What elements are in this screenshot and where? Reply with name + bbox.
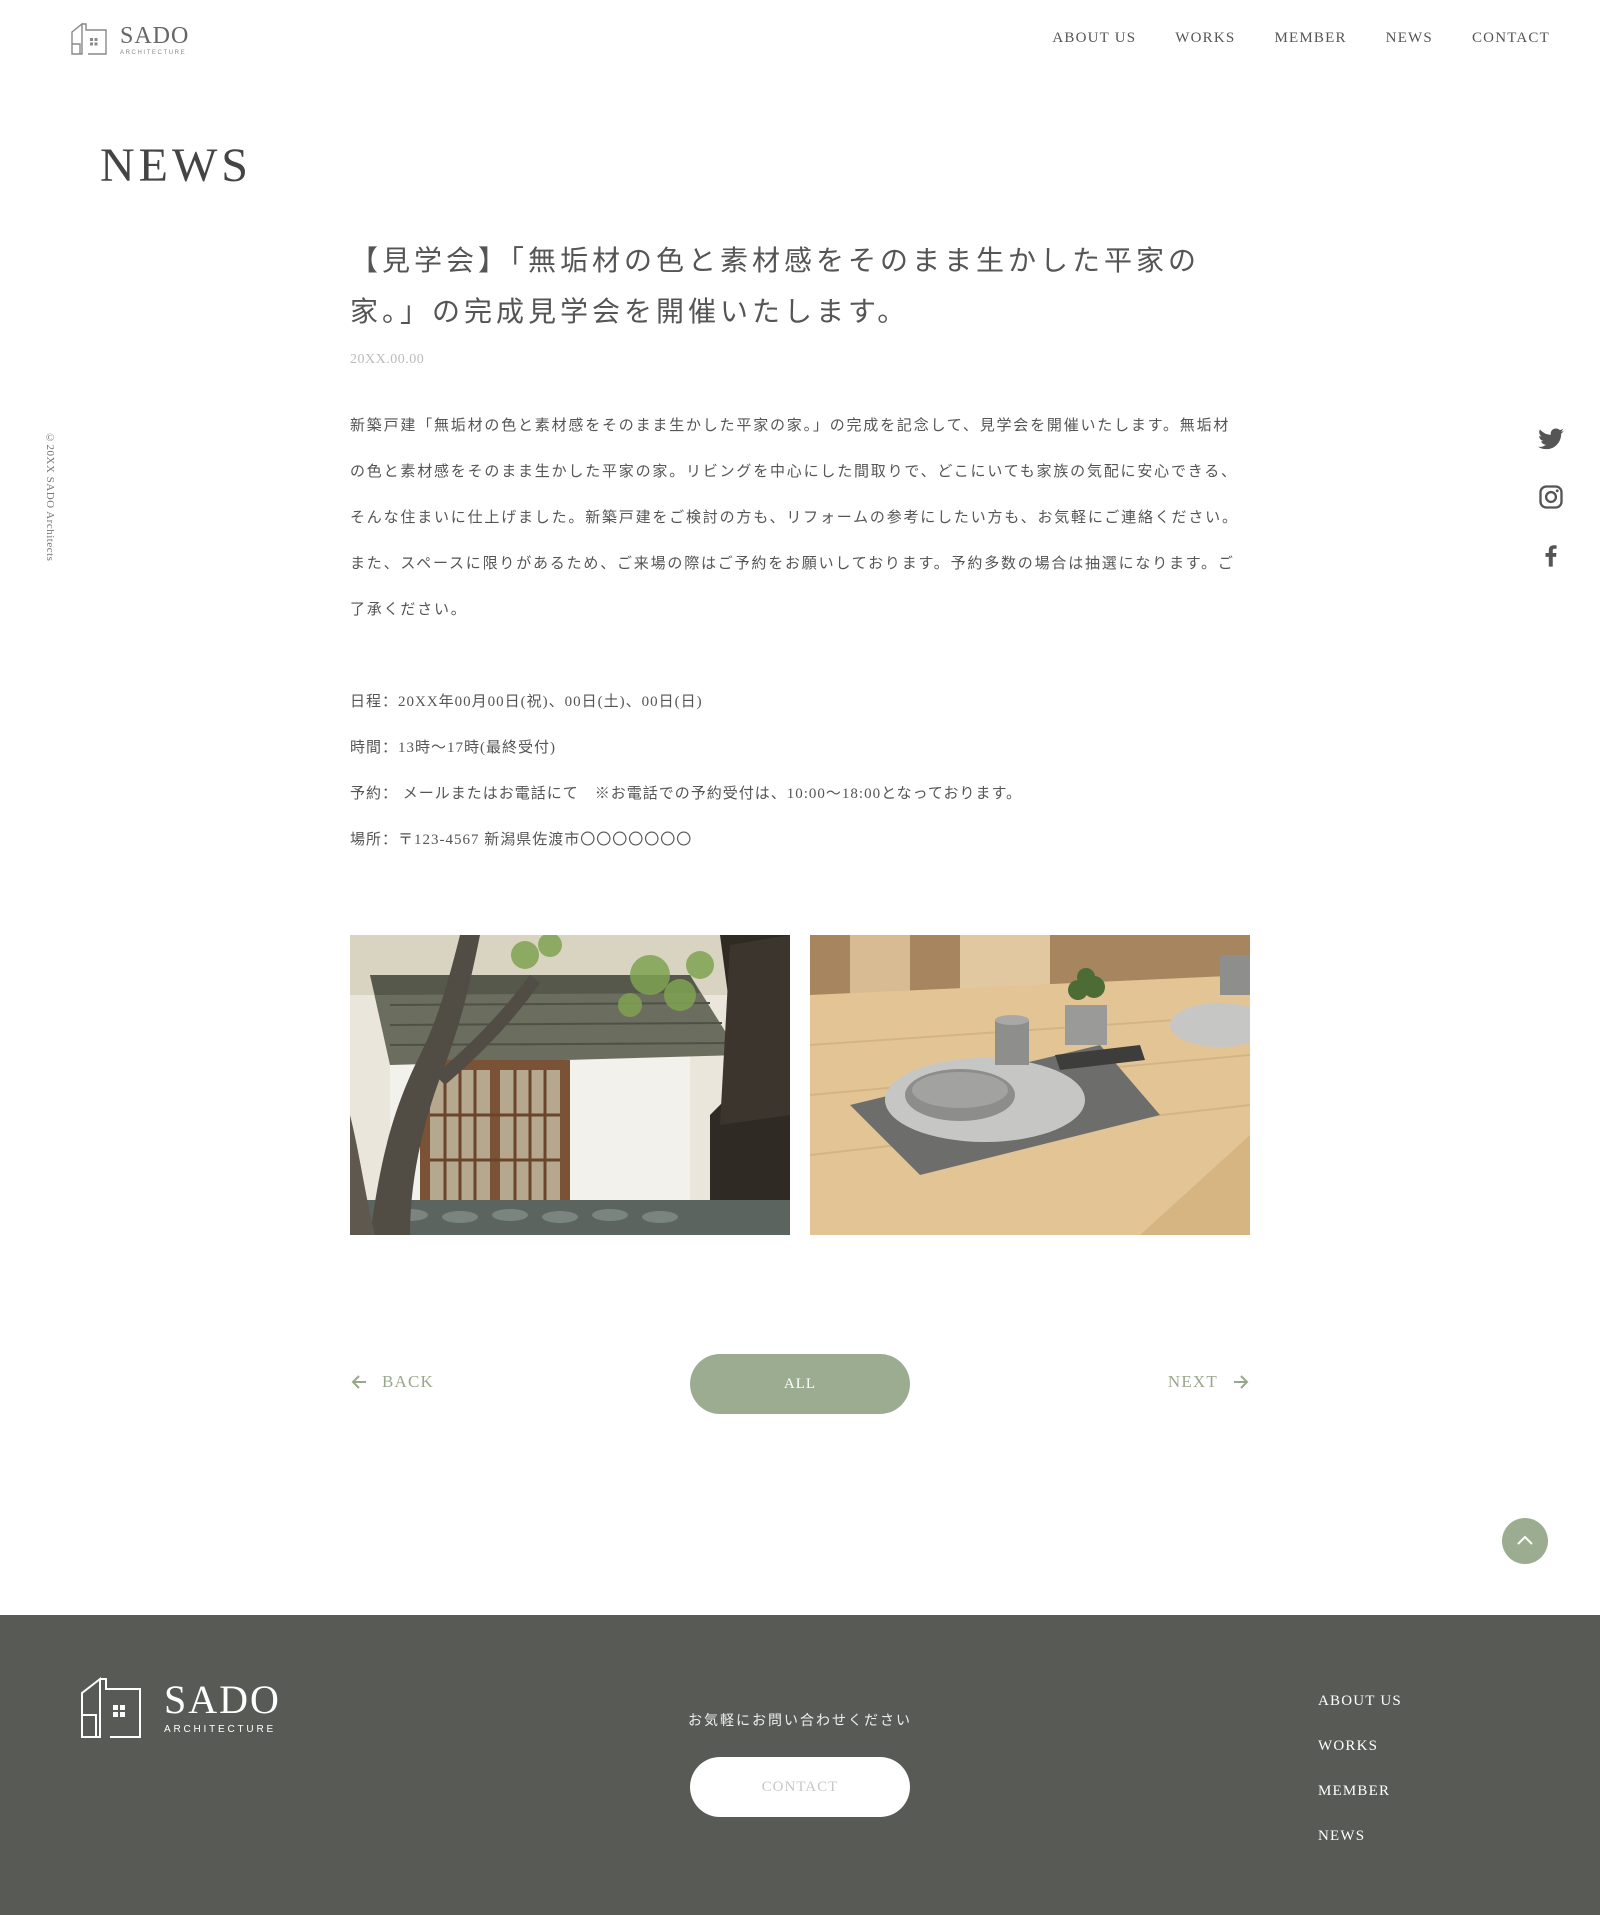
footer-nav-news[interactable]: NEWS: [1318, 1827, 1402, 1846]
info-reservation: 予約： メールまたはお電話にて ※お電話での予約受付は、10:00〜18:00と…: [350, 786, 1022, 802]
footer-nav: ABOUT US WORKS MEMBER NEWS: [1318, 1692, 1402, 1846]
social-links: [1537, 425, 1565, 569]
article-title-line-2: 家。」の完成見学会を開催いたします。: [350, 297, 910, 328]
footer-nav-about-us[interactable]: ABOUT US: [1318, 1692, 1402, 1711]
all-button[interactable]: ALL: [690, 1354, 910, 1414]
twitter-icon[interactable]: [1537, 425, 1565, 453]
info-schedule: 日程：20XX年00月00日(祝)、00日(土)、00日(日): [350, 694, 703, 710]
arrow-left-icon: [351, 1375, 366, 1389]
photo-japanese-house: [350, 935, 790, 1235]
chevron-up-icon: [1517, 1535, 1533, 1545]
nav-item-member[interactable]: MEMBER: [1274, 30, 1346, 47]
next-label: NEXT: [1167, 1372, 1218, 1391]
photo-dining-table: [810, 935, 1250, 1235]
article-pager: BACK ALL NEXT: [350, 1354, 1250, 1414]
article-title: 【見学会】「無垢材の色と素材感をそのまま生かした平家の 家。」の完成見学会を開催…: [350, 236, 1250, 338]
vertical-copyright: ©20XX SADO Architects: [44, 432, 56, 562]
body-line: 新築戸建「無垢材の色と素材感をそのまま生かした平家の家。」の完成を記念して、見学…: [350, 418, 1231, 434]
body-line: そんな住まいに仕上げました。新築戸建をご検討の方も、リフォームの参考にしたい方も…: [350, 510, 1239, 526]
footer-contact-button[interactable]: CONTACT: [690, 1757, 910, 1817]
nav-item-news[interactable]: NEWS: [1386, 30, 1433, 47]
nav-item-contact[interactable]: CONTACT: [1472, 30, 1550, 47]
brand-name: SADO: [120, 23, 190, 49]
article-photos: [350, 935, 1250, 1235]
site-header: SADO ARCHITECTURE ABOUT US WORKS MEMBER …: [0, 0, 1600, 80]
page-top-button[interactable]: [1502, 1518, 1548, 1564]
body-line: の色と素材感をそのまま生かした平家の家。リビングを中心にした間取りで、どこにいて…: [350, 464, 1238, 480]
footer-nav-member[interactable]: MEMBER: [1318, 1782, 1402, 1801]
article-date: 20XX.00.00: [350, 352, 425, 367]
footer-nav-works[interactable]: WORKS: [1318, 1737, 1402, 1756]
arrow-right-icon: [1234, 1375, 1249, 1389]
site-logo[interactable]: SADO ARCHITECTURE: [70, 20, 194, 60]
news-article: 【見学会】「無垢材の色と素材感をそのまま生かした平家の 家。」の完成見学会を開催…: [350, 236, 1250, 863]
article-title-line-1: 【見学会】「無垢材の色と素材感をそのまま生かした平家の: [350, 246, 1201, 277]
info-time: 時間：13時〜17時(最終受付): [350, 740, 556, 756]
page-title: NEWS: [100, 139, 252, 192]
global-nav: ABOUT US WORKS MEMBER NEWS CONTACT: [1052, 30, 1550, 47]
info-place: 場所：〒123-4567 新潟県佐渡市〇〇〇〇〇〇〇: [350, 832, 693, 848]
nav-item-works[interactable]: WORKS: [1175, 30, 1235, 47]
body-line: 了承ください。: [350, 602, 468, 618]
back-label: BACK: [382, 1372, 435, 1391]
house-logo-icon: [71, 22, 107, 55]
brand-sub: ARCHITECTURE: [120, 50, 187, 56]
article-body: 新築戸建「無垢材の色と素材感をそのまま生かした平家の家。」の完成を記念して、見学…: [350, 403, 1250, 863]
body-line: また、スペースに限りがあるため、ご来場の際はご予約をお願いしております。予約多数…: [350, 556, 1235, 572]
facebook-icon[interactable]: [1537, 541, 1565, 569]
back-link[interactable]: BACK: [350, 1372, 434, 1392]
instagram-icon[interactable]: [1537, 483, 1565, 511]
nav-item-about-us[interactable]: ABOUT US: [1052, 30, 1136, 47]
next-link[interactable]: NEXT: [1168, 1372, 1250, 1392]
